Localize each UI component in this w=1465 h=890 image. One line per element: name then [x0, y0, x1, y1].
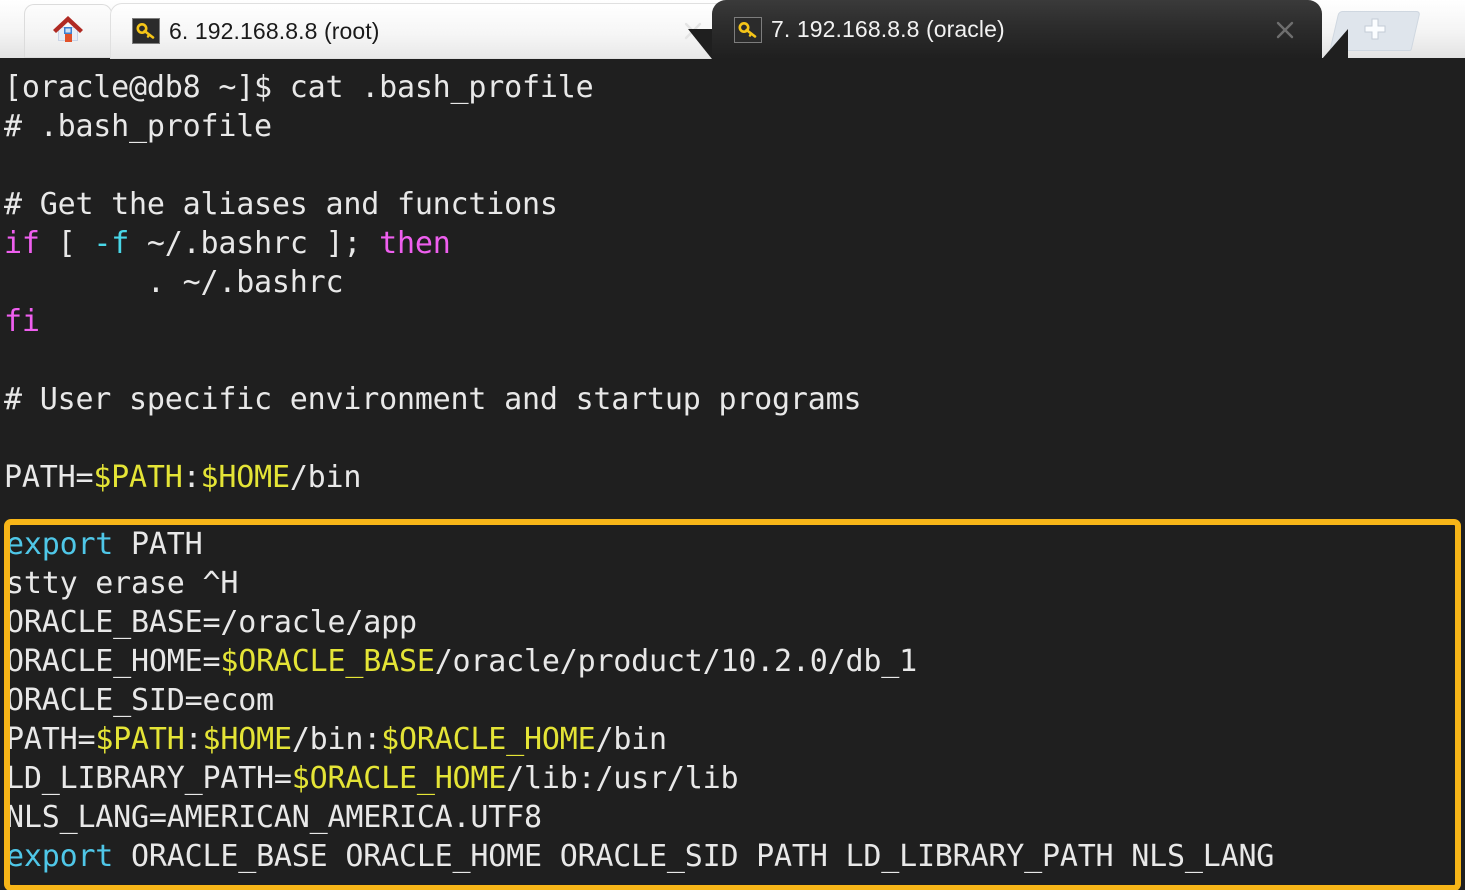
terminal-line: export ORACLE_BASE ORACLE_HOME ORACLE_SI…	[6, 839, 1275, 874]
terminal-line: # User specific environment and startup …	[4, 382, 862, 417]
tab-label: 7. 192.168.8.8 (oracle)	[771, 16, 1005, 42]
tab-label: 6. 192.168.8.8 (root)	[169, 17, 380, 44]
terminal-line: PATH=$PATH:$HOME/bin:$ORACLE_HOME/bin	[6, 722, 667, 757]
terminal-line-prompt: [oracle@db8 ~]$ cat .bash_profile	[4, 70, 594, 105]
highlighted-block: export PATH stty erase ^H ORACLE_BASE=/o…	[0, 525, 1461, 876]
key-icon	[132, 18, 160, 44]
terminal-line: LD_LIBRARY_PATH=$ORACLE_HOME/lib:/usr/li…	[6, 761, 739, 796]
terminal-line: # Get the aliases and functions	[4, 187, 558, 222]
terminal-line: # .bash_profile	[4, 109, 272, 144]
terminal-line: stty erase ^H	[6, 566, 239, 601]
terminal-line: ORACLE_SID=ecom	[6, 683, 274, 718]
terminal-line: export PATH	[6, 527, 203, 562]
home-tab[interactable]	[24, 4, 112, 58]
terminal-output[interactable]: [oracle@db8 ~]$ cat .bash_profile # .bas…	[0, 62, 1465, 890]
terminal-line: ORACLE_HOME=$ORACLE_BASE/oracle/product/…	[6, 644, 917, 679]
terminal-line: fi	[4, 304, 40, 339]
tab-close-icon[interactable]	[1270, 15, 1300, 45]
tab-7-oracle[interactable]: 7. 192.168.8.8 (oracle)	[688, 0, 1348, 59]
tab-6-root[interactable]: 6. 192.168.8.8 (root)	[110, 3, 756, 59]
plus-icon	[1362, 16, 1388, 46]
terminal-line: . ~/.bashrc	[4, 265, 344, 300]
terminal-line: if [ -f ~/.bashrc ]; then	[4, 226, 451, 261]
tab-bar: 6. 192.168.8.8 (root) 7. 192.168.8.8 (or…	[0, 0, 1465, 62]
terminal-line: PATH=$PATH:$HOME/bin	[4, 460, 362, 495]
terminal-line: ORACLE_BASE=/oracle/app	[6, 605, 417, 640]
terminal-line: NLS_LANG=AMERICAN_AMERICA.UTF8	[6, 800, 542, 835]
house-icon	[51, 13, 85, 50]
key-icon	[734, 16, 762, 43]
